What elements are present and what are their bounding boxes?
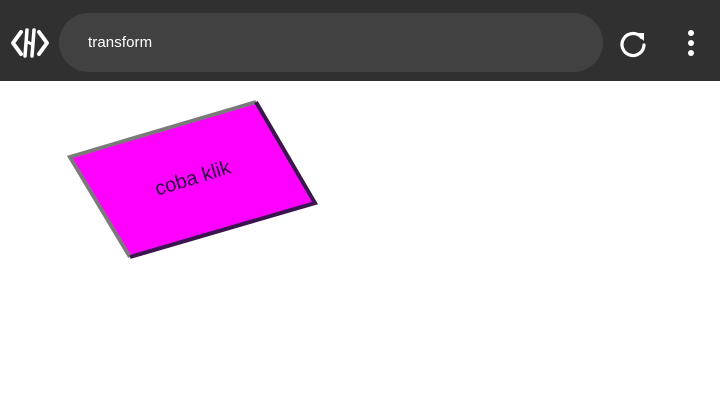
reload-icon[interactable] <box>617 28 649 60</box>
address-bar[interactable]: transform <box>59 13 603 72</box>
page-content: coba klik <box>0 81 720 411</box>
vertical-dots-menu-icon[interactable] <box>682 29 700 57</box>
browser-toolbar: transform <box>0 0 720 81</box>
transformed-button-shape[interactable] <box>0 81 720 411</box>
address-text: transform <box>88 34 153 51</box>
code-brackets-logo-icon[interactable] <box>10 26 50 60</box>
